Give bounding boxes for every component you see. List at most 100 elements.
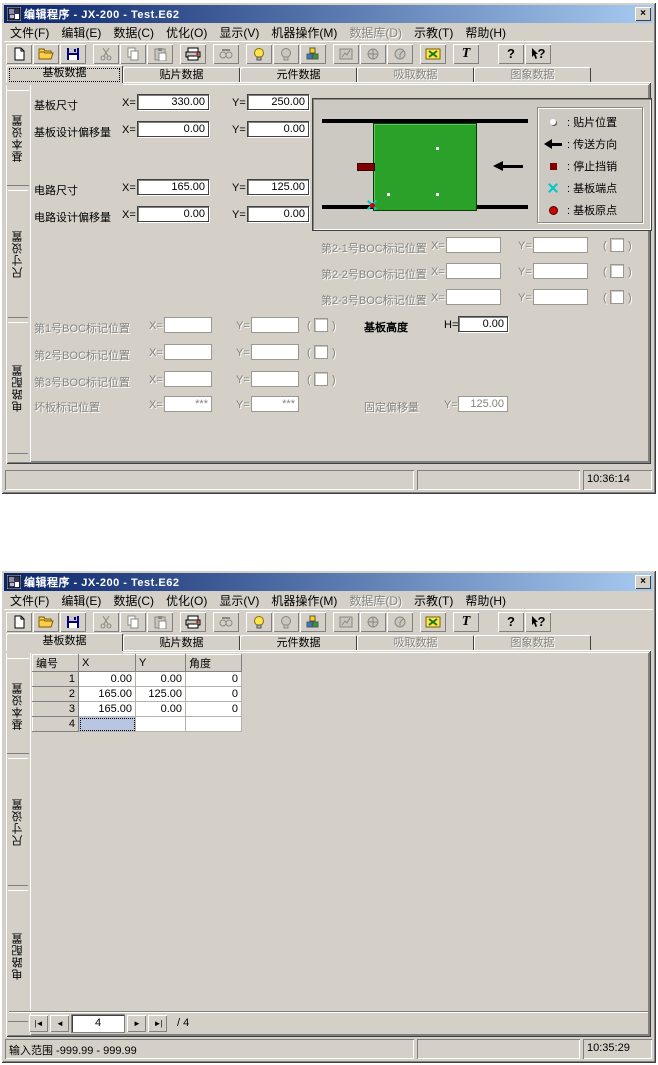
circuit-offset-x-input[interactable] [137, 206, 209, 222]
col-header-x[interactable]: X [78, 654, 136, 672]
save-button[interactable] [60, 611, 86, 632]
menu-data[interactable]: 数据(C) [107, 591, 160, 610]
cell-y[interactable]: 0.00 [135, 671, 186, 687]
tab-placement-data[interactable]: 贴片数据 [123, 635, 240, 651]
print-button[interactable] [180, 611, 206, 632]
close-icon[interactable]: × [635, 7, 651, 21]
board-offset-x-input[interactable] [137, 121, 209, 137]
x-eq-label: X= [122, 182, 136, 194]
tab-placement-data[interactable]: 贴片数据 [123, 67, 240, 83]
window-title: 编辑程序 - JX-200 - Test.E62 [24, 577, 180, 589]
first-record-button[interactable]: |◄ [29, 1014, 48, 1032]
text-tool-button[interactable]: T [453, 611, 479, 632]
cell-y[interactable]: 0.00 [135, 701, 186, 717]
col-header-y[interactable]: Y [135, 654, 186, 672]
open-file-button[interactable] [33, 43, 59, 64]
boc1-x-input [164, 317, 212, 333]
cell-x[interactable]: 165.00 [78, 701, 136, 717]
menu-teach[interactable]: 示教(T) [408, 591, 459, 610]
tab-board-data[interactable]: 基板数据 [6, 633, 123, 651]
board-view-button[interactable] [420, 43, 446, 64]
circuit-size-y-input[interactable] [247, 179, 309, 195]
side-tab-basic-settings[interactable]: 基本设置 [6, 90, 29, 186]
component-blocks-button[interactable] [300, 43, 326, 64]
x-eq-label: X= [431, 292, 445, 304]
cell-angle[interactable]: 0 [185, 701, 242, 717]
menu-optimize[interactable]: 优化(O) [160, 23, 213, 42]
tab-component-data[interactable]: 元件数据 [240, 635, 357, 651]
status-panel [417, 470, 580, 490]
bad-board-y-input [251, 396, 299, 412]
context-help-button[interactable]: ? [525, 43, 551, 64]
boc1-label: 第1号BOC标记位置 [34, 323, 130, 335]
copy-button [120, 611, 146, 632]
menu-machine[interactable]: 机器操作(M) [265, 23, 343, 42]
menu-help[interactable]: 帮助(H) [459, 23, 512, 42]
cell-angle[interactable]: 0 [185, 686, 242, 702]
cell-x[interactable]: 165.00 [78, 686, 136, 702]
status-bar: 10:36:14 [5, 470, 652, 490]
row-header[interactable]: 3 [32, 701, 79, 717]
board-size-y-input[interactable] [247, 94, 309, 110]
component-blocks-button[interactable] [300, 611, 326, 632]
tab-component-data[interactable]: 元件数据 [240, 67, 357, 83]
tab-board-data[interactable]: 基板数据 [6, 65, 123, 83]
text-tool-button[interactable]: T [453, 43, 479, 64]
menu-help[interactable]: 帮助(H) [459, 591, 512, 610]
board-offset-y-input[interactable] [247, 121, 309, 137]
x-eq-label: X= [122, 97, 136, 109]
menu-teach[interactable]: 示教(T) [408, 23, 459, 42]
close-icon[interactable]: × [635, 575, 651, 589]
tab-pickup-data: 吸取数据 [357, 67, 474, 83]
optimize-button[interactable] [246, 43, 272, 64]
menu-edit[interactable]: 编辑(E) [55, 591, 107, 610]
side-tab-basic-settings[interactable]: 基本设置 [6, 658, 29, 754]
cell-y[interactable]: 125.00 [135, 686, 186, 702]
toolbar: T ? ? [4, 609, 653, 633]
cell-angle[interactable] [185, 716, 242, 732]
selected-cell[interactable] [78, 716, 136, 732]
menu-view[interactable]: 显示(V) [213, 23, 265, 42]
menu-file[interactable]: 文件(F) [4, 591, 55, 610]
board-view-button[interactable] [420, 611, 446, 632]
placement-table: 编号 X Y 角度 1 0.00 0.00 0 2 165.00 125.00 … [32, 654, 242, 732]
last-record-button[interactable]: ►| [148, 1014, 167, 1032]
row-header[interactable]: 2 [32, 686, 79, 702]
menu-optimize[interactable]: 优化(O) [160, 591, 213, 610]
help-button[interactable]: ? [498, 43, 524, 64]
cell-y[interactable] [135, 716, 186, 732]
col-header-angle[interactable]: 角度 [185, 654, 242, 672]
board-height-input[interactable] [458, 316, 508, 332]
new-file-button[interactable] [6, 611, 32, 632]
menu-edit[interactable]: 编辑(E) [55, 23, 107, 42]
cell-x[interactable]: 0.00 [78, 671, 136, 687]
menu-view[interactable]: 显示(V) [213, 591, 265, 610]
circuit-size-x-input[interactable] [137, 179, 209, 195]
optimize-off-button [273, 43, 299, 64]
menu-file[interactable]: 文件(F) [4, 23, 55, 42]
machine-a-button [333, 611, 359, 632]
title-bar[interactable]: 编辑程序 - JX-200 - Test.E62 × [4, 573, 653, 591]
row-header[interactable]: 4 [32, 716, 79, 732]
print-button[interactable] [180, 43, 206, 64]
title-bar[interactable]: 编辑程序 - JX-200 - Test.E62 × [4, 5, 653, 23]
col-header-no[interactable]: 编号 [32, 654, 79, 672]
open-file-button[interactable] [33, 611, 59, 632]
menu-data[interactable]: 数据(C) [107, 23, 160, 42]
context-help-button[interactable]: ? [525, 611, 551, 632]
record-number-input[interactable] [71, 1013, 125, 1033]
optimize-button[interactable] [246, 611, 272, 632]
circuit-offset-y-input[interactable] [247, 206, 309, 222]
new-file-button[interactable] [6, 43, 32, 64]
row-header[interactable]: 1 [32, 671, 79, 687]
board-size-label: 基板尺寸 [34, 100, 78, 112]
save-button[interactable] [60, 43, 86, 64]
help-button[interactable]: ? [498, 611, 524, 632]
cell-angle[interactable]: 0 [185, 671, 242, 687]
board-size-x-input[interactable] [137, 94, 209, 110]
table-row: 1 0.00 0.00 0 [32, 671, 242, 687]
menu-machine[interactable]: 机器操作(M) [265, 591, 343, 610]
previous-record-button[interactable]: ◄ [50, 1014, 69, 1032]
next-record-button[interactable]: ► [127, 1014, 146, 1032]
y-eq-label: Y= [236, 320, 250, 332]
